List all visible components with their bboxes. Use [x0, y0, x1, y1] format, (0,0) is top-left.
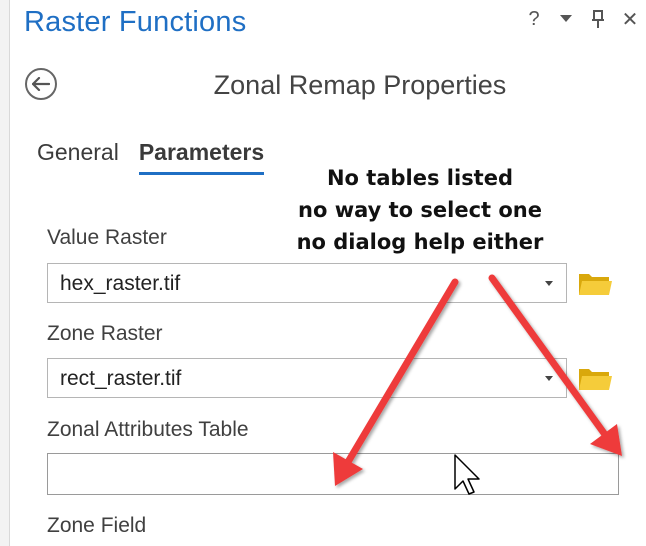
annotation-line: No tables listed: [326, 166, 514, 190]
help-button[interactable]: ?: [524, 8, 544, 30]
pin-icon[interactable]: [588, 8, 608, 30]
folder-icon[interactable]: [577, 268, 613, 298]
zone-field-label: Zone Field: [47, 514, 147, 537]
value-raster-select[interactable]: hex_raster.tif: [47, 263, 567, 303]
value-raster-value: hex_raster.tif: [60, 272, 181, 295]
dropdown-caret-icon: [545, 376, 553, 381]
pane-controls: ? ✕: [524, 8, 640, 31]
chevron-down-icon[interactable]: [556, 8, 576, 30]
tab-general[interactable]: General: [37, 139, 119, 175]
zone-raster-label: Zone Raster: [47, 322, 163, 345]
annotation-line: no dialog help either: [296, 230, 544, 254]
zone-raster-value: rect_raster.tif: [60, 367, 182, 390]
annotation-line: no way to select one: [298, 198, 542, 222]
zone-raster-select[interactable]: rect_raster.tif: [47, 358, 567, 398]
folder-icon[interactable]: [577, 363, 613, 393]
value-raster-label: Value Raster: [47, 226, 167, 249]
close-button[interactable]: ✕: [620, 8, 640, 31]
dialog-title: Zonal Remap Properties: [213, 70, 507, 100]
dropdown-caret-icon: [545, 281, 553, 286]
pane-title: Raster Functions: [24, 6, 247, 38]
zonal-attributes-table-input[interactable]: [47, 453, 619, 495]
zonal-attributes-table-label: Zonal Attributes Table: [47, 418, 249, 441]
annotation-text: No tables listed no way to select one no…: [230, 162, 610, 258]
